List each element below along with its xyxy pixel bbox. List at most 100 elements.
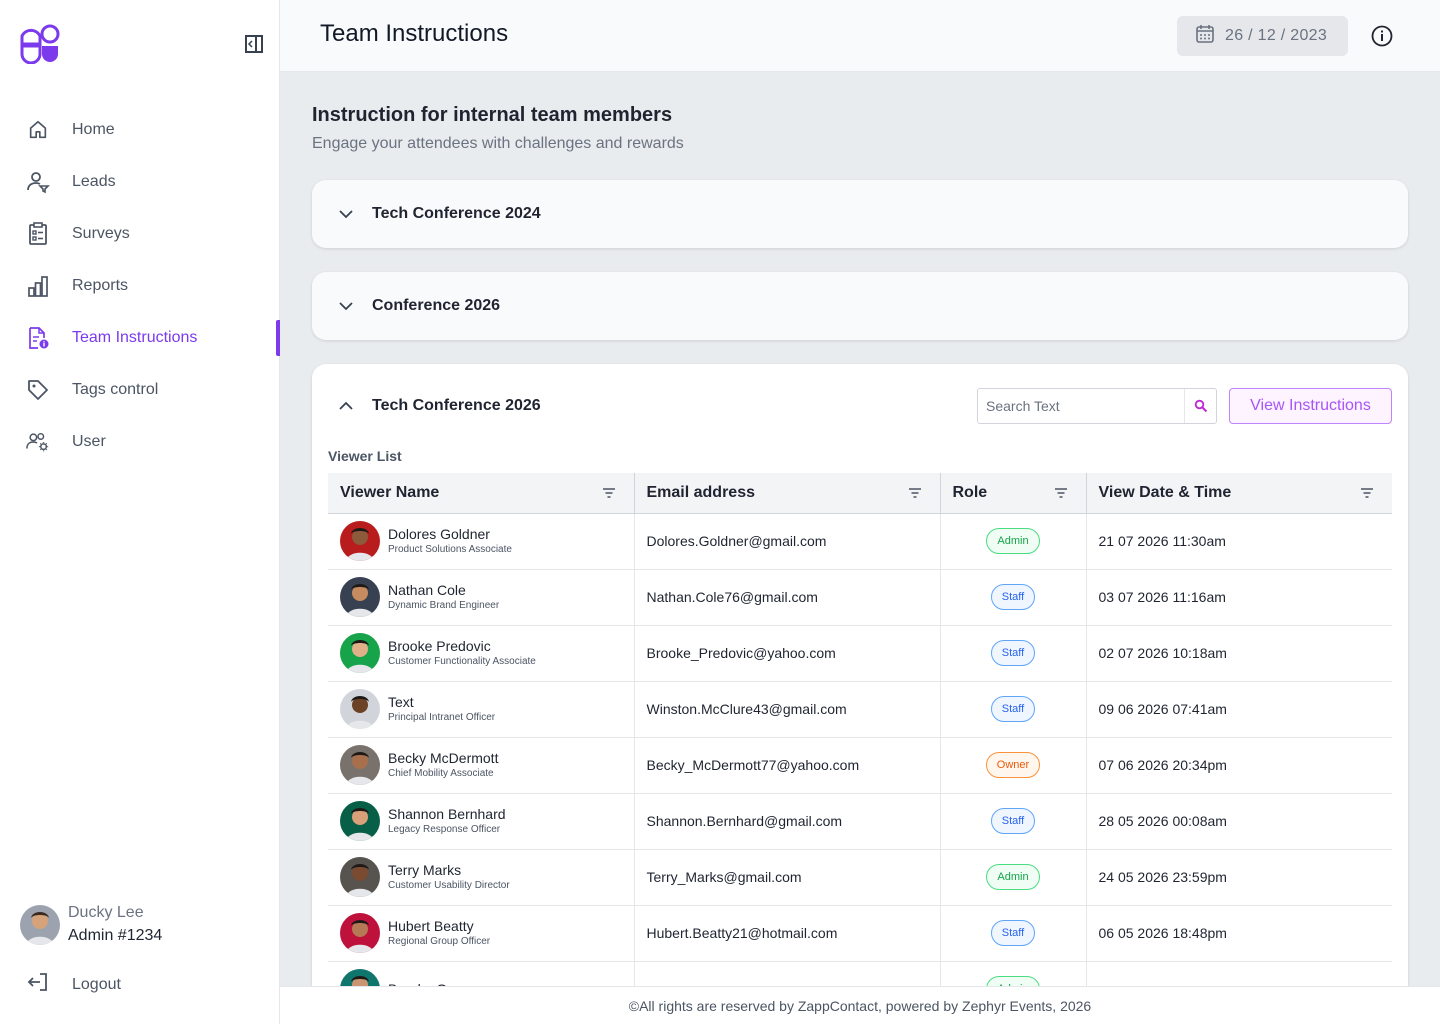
avatar: [340, 577, 380, 617]
sidebar-item-surveys[interactable]: Surveys: [0, 208, 280, 260]
logout-label: Logout: [72, 975, 121, 993]
role-badge: Staff: [990, 696, 1036, 722]
viewer-table: Viewer Name Email address Role View Date…: [328, 473, 1392, 986]
sidebar-item-leads[interactable]: Leads: [0, 156, 280, 208]
chevron-up-icon: [339, 401, 353, 410]
sidebar-item-user[interactable]: User: [0, 416, 280, 468]
chevron-down-icon: [339, 302, 353, 311]
column-header-viewer-name: Viewer Name: [328, 473, 634, 514]
table-row[interactable]: Shannon Bernhard Legacy Response Officer S…: [328, 793, 1392, 850]
avatar: [340, 913, 380, 953]
sidebar-item-team-instructions[interactable]: Team Instructions: [0, 312, 280, 364]
clipboard-icon: [26, 222, 50, 246]
table-row[interactable]: Terry Marks Customer Usability Director Te…: [328, 849, 1392, 906]
role-badge: Staff: [990, 640, 1036, 666]
role-cell: Staff: [939, 625, 1086, 682]
viewer-name: Nathan Cole: [388, 582, 466, 598]
table-row[interactable]: Hubert Beatty Regional Group Officer Huber…: [328, 905, 1392, 962]
sidebar-item-home[interactable]: Home: [0, 104, 280, 156]
view-instructions-button[interactable]: View Instructions: [1229, 388, 1392, 424]
top-header: Team Instructions 26 / 12 / 2023: [280, 0, 1440, 72]
footer-text: ©All rights are reserved by ZappContact,…: [628, 998, 1092, 1014]
role-cell: Staff: [939, 681, 1086, 738]
filter-icon[interactable]: [602, 486, 616, 500]
date-picker[interactable]: 26 / 12 / 2023: [1177, 16, 1348, 56]
table-row[interactable]: Dolores Goldner Product Solutions Associa…: [328, 513, 1392, 570]
table-row[interactable]: Nathan Cole Dynamic Brand Engineer Nathan.…: [328, 569, 1392, 626]
user-profile[interactable]: Ducky Lee Admin #1234: [20, 902, 162, 948]
sidebar-item-reports[interactable]: Reports: [0, 260, 280, 312]
viewer-title: Chief Mobility Associate: [388, 768, 494, 779]
column-header-role: Role: [939, 473, 1086, 514]
search-button[interactable]: [1184, 389, 1216, 423]
avatar: [340, 857, 380, 897]
role-badge: Staff: [990, 584, 1036, 610]
email-cell: Becky_McDermott77@yahoo.com: [633, 737, 940, 794]
viewer-name: Dolores Goldner: [388, 526, 490, 542]
role-badge: Admin: [986, 976, 1040, 986]
viewer-list-label: Viewer List: [328, 448, 402, 464]
logout-button[interactable]: Logout: [26, 970, 121, 999]
datetime-cell: 03 07 2026 11:16am: [1085, 569, 1392, 626]
user-name: Ducky Lee: [68, 904, 144, 921]
role-cell: Staff: [939, 905, 1086, 962]
viewer-title: Dynamic Brand Engineer: [388, 600, 500, 611]
role-badge: Admin: [986, 528, 1040, 554]
avatar: [340, 801, 380, 841]
accordion-conference-2026: Conference 2026: [312, 272, 1408, 340]
viewer-name: Brooke Predovic: [388, 638, 491, 654]
accordion-title: Tech Conference 2024: [372, 205, 541, 222]
avatar: [340, 689, 380, 729]
page-footer: ©All rights are reserved by ZappContact,…: [280, 986, 1440, 1024]
role-cell: Admin: [939, 961, 1086, 986]
home-icon: [26, 118, 50, 142]
role-cell: Admin: [939, 849, 1086, 906]
column-header-email: Email address: [633, 473, 940, 514]
avatar: [340, 745, 380, 785]
search-icon: [1194, 399, 1207, 413]
viewer-title: Regional Group Officer: [388, 936, 491, 947]
column-label: Role: [952, 483, 988, 501]
sidebar-item-label: Reports: [72, 277, 129, 294]
table-row[interactable]: Brooke Predovic Customer Functionality As…: [328, 625, 1392, 682]
filter-icon[interactable]: [1054, 486, 1068, 500]
table-row[interactable]: Brooke Green Admin: [328, 961, 1392, 986]
datetime-cell: 06 05 2026 18:48pm: [1085, 905, 1392, 962]
datetime-cell: 28 05 2026 00:08am: [1085, 793, 1392, 850]
app-logo[interactable]: [20, 24, 60, 64]
main-content: Instruction for internal team members En…: [280, 72, 1440, 986]
avatar: [20, 905, 60, 945]
search-input[interactable]: [978, 389, 1184, 423]
table-row[interactable]: Text Principal Intranet Officer Winston.Mc…: [328, 681, 1392, 738]
bar-chart-icon: [26, 274, 50, 298]
users-gear-icon: [26, 430, 50, 454]
info-icon[interactable]: [1370, 24, 1394, 48]
table-row[interactable]: Becky McDermott Chief Mobility Associate B…: [328, 737, 1392, 794]
email-cell: Winston.McClure43@gmail.com: [633, 681, 940, 738]
sidebar-item-tags-control[interactable]: Tags control: [0, 364, 280, 416]
filter-icon[interactable]: [908, 486, 922, 500]
viewer-name: Becky McDermott: [388, 750, 499, 766]
collapse-sidebar-icon[interactable]: [244, 34, 264, 54]
viewer-title: Product Solutions Associate: [388, 544, 512, 555]
email-cell: Hubert.Beatty21@hotmail.com: [633, 905, 940, 962]
accordion-header[interactable]: Conference 2026: [312, 272, 1408, 340]
avatar: [340, 633, 380, 673]
sidebar-item-label: Surveys: [72, 225, 130, 242]
viewer-title: Principal Intranet Officer: [388, 712, 496, 723]
accordion-header[interactable]: Tech Conference 2024: [312, 180, 1408, 248]
role-cell: Admin: [939, 513, 1086, 570]
viewer-cell: Hubert Beatty Regional Group Officer: [328, 905, 634, 962]
column-label: Viewer Name: [340, 483, 440, 501]
avatar: [340, 521, 380, 561]
email-cell: Dolores.Goldner@gmail.com: [633, 513, 940, 570]
sidebar-nav: Home Leads Surveys Reports Team Instruct…: [0, 104, 280, 468]
datetime-cell: 21 07 2026 11:30am: [1085, 513, 1392, 570]
accordion-title: Tech Conference 2026: [372, 397, 541, 414]
accordion-title: Conference 2026: [372, 297, 501, 314]
email-cell: [633, 961, 940, 986]
email-cell: Nathan.Cole76@gmail.com: [633, 569, 940, 626]
filter-icon[interactable]: [1360, 486, 1374, 500]
viewer-cell: Dolores Goldner Product Solutions Associa…: [328, 513, 634, 570]
viewer-cell: Terry Marks Customer Usability Director: [328, 849, 634, 906]
